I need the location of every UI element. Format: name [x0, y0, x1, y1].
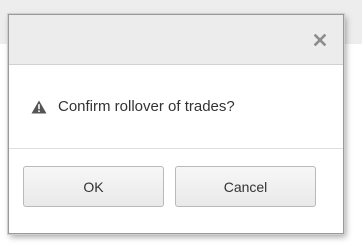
close-icon	[314, 34, 326, 46]
dialog-message: Confirm rollover of trades?	[58, 98, 235, 115]
ok-button[interactable]: OK	[23, 166, 164, 207]
cancel-button[interactable]: Cancel	[175, 166, 316, 207]
dialog-footer: OK Cancel	[9, 148, 343, 234]
dialog-body: Confirm rollover of trades?	[9, 65, 343, 148]
confirm-dialog: Confirm rollover of trades? OK Cancel	[8, 14, 344, 234]
close-button[interactable]	[309, 29, 331, 51]
warning-triangle-icon	[31, 100, 47, 114]
dialog-titlebar	[9, 15, 343, 65]
